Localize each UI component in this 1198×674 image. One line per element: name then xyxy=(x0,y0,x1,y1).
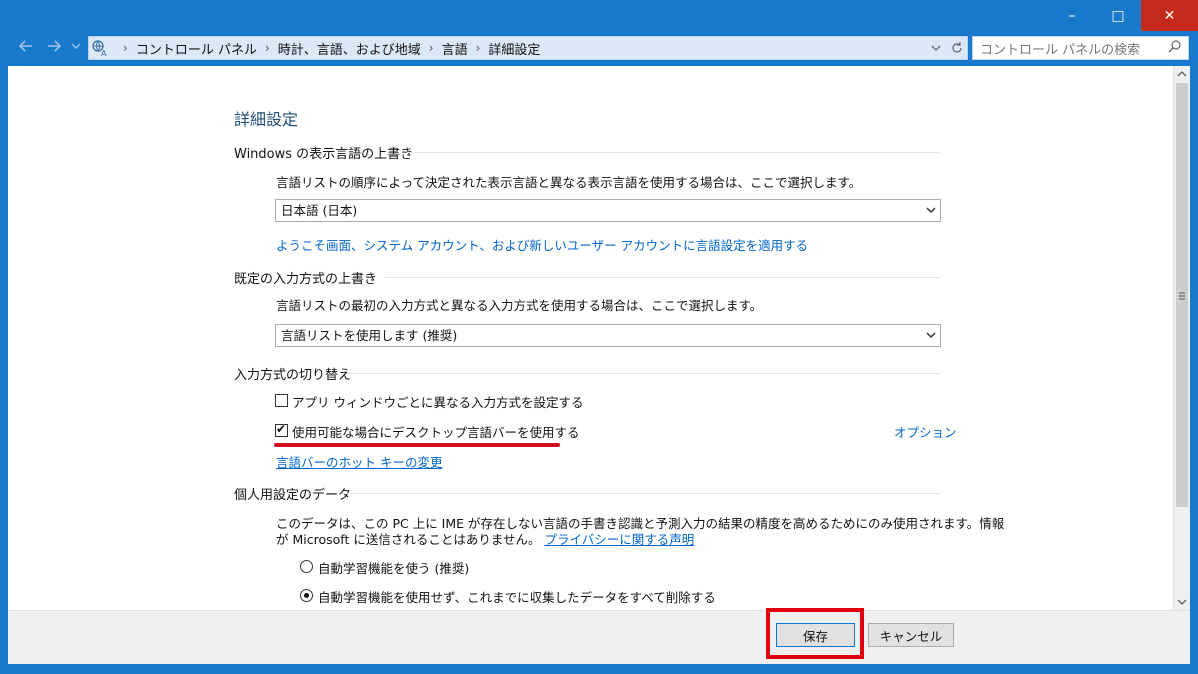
auto-learning-off-label[interactable]: 自動学習機能を使用せず、これまでに収集したデータをすべて削除する xyxy=(318,587,716,606)
display-language-description: 言語リストの順序によって決定された表示言語と異なる表示言語を使用する場合は、ここ… xyxy=(276,175,862,190)
breadcrumb-separator[interactable]: › xyxy=(429,41,434,55)
title-bar: – □ ✕ xyxy=(0,0,1198,32)
minimize-button[interactable]: – xyxy=(1049,0,1095,31)
address-tools xyxy=(931,39,963,60)
grip-icon xyxy=(1179,292,1185,300)
cancel-button[interactable]: キャンセル xyxy=(868,623,954,647)
input-method-header: 既定の入力方式の上書き xyxy=(234,272,378,287)
address-bar[interactable]: A › コントロール パネル › 時計、言語、および地域 › 言語 › 詳細設定 xyxy=(88,36,968,60)
forward-button[interactable] xyxy=(44,38,64,58)
section-divider xyxy=(407,152,941,153)
address-history-button[interactable] xyxy=(931,39,941,60)
footer-bar xyxy=(8,610,1190,664)
auto-learning-on-label[interactable]: 自動学習機能を使う (推奨) xyxy=(318,558,469,577)
chevron-down-icon xyxy=(926,325,936,353)
auto-learning-on-radio[interactable] xyxy=(300,560,313,573)
privacy-statement-link[interactable]: プライバシーに関する声明 xyxy=(544,532,694,547)
desktop-language-bar-checkbox[interactable] xyxy=(275,422,288,437)
input-method-description: 言語リストの最初の入力方式と異なる入力方式を使用する場合は、ここで選択します。 xyxy=(276,298,763,313)
breadcrumb-advanced-settings[interactable]: 詳細設定 xyxy=(488,39,540,58)
minimize-icon: – xyxy=(1068,7,1076,24)
display-language-header: Windows の表示言語の上書き xyxy=(234,147,414,162)
hotkey-change-link[interactable]: 言語バーのホット キーの変更 xyxy=(276,452,442,471)
apply-to-welcome-screen-link[interactable]: ようこそ画面、システム アカウント、および新しいユーザー アカウントに言語設定を… xyxy=(276,235,808,254)
section-divider xyxy=(348,373,941,374)
scroll-down-button[interactable] xyxy=(1174,593,1190,610)
breadcrumb-control-panel[interactable]: コントロール パネル xyxy=(136,39,257,58)
breadcrumb-separator: › xyxy=(123,41,128,55)
display-language-selected: 日本語 (日本) xyxy=(281,203,358,218)
maximize-icon: □ xyxy=(1111,7,1125,24)
chevron-down-icon xyxy=(931,45,941,51)
breadcrumb-clock-language-region[interactable]: 時計、言語、および地域 xyxy=(278,39,421,58)
display-language-select[interactable]: 日本語 (日本) xyxy=(275,199,941,222)
vertical-scrollbar[interactable] xyxy=(1173,66,1190,610)
scrollbar-thumb[interactable] xyxy=(1176,83,1188,507)
chevron-down-icon xyxy=(926,200,936,228)
search-input[interactable]: コントロール パネルの検索 xyxy=(972,36,1189,60)
breadcrumb-separator[interactable]: › xyxy=(476,41,481,55)
back-button[interactable] xyxy=(16,38,36,58)
chevron-down-icon xyxy=(71,43,81,49)
language-icon: A xyxy=(92,40,107,57)
main-content: 詳細設定 Windows の表示言語の上書き 言語リストの順序によって決定された… xyxy=(8,66,1173,610)
close-button[interactable]: ✕ xyxy=(1141,0,1198,31)
search-icon[interactable] xyxy=(1168,40,1181,58)
arrow-left-icon xyxy=(18,40,32,52)
personal-data-description-text: が Microsoft に送信されることはありません。 xyxy=(276,532,541,547)
options-link[interactable]: オプション xyxy=(894,422,957,441)
input-method-selected: 言語リストを使用します (推奨) xyxy=(281,328,458,343)
page-title: 詳細設定 xyxy=(234,110,299,129)
input-method-select[interactable]: 言語リストを使用します (推奨) xyxy=(275,324,941,347)
recent-locations-button[interactable] xyxy=(70,38,82,58)
personal-data-description-line2: が Microsoft に送信されることはありません。 プライバシーに関する声明 xyxy=(276,529,694,548)
svg-text:A: A xyxy=(101,49,107,57)
desktop-language-bar-label[interactable]: 使用可能な場合にデスクトップ言語バーを使用する xyxy=(292,422,580,441)
per-app-input-checkbox[interactable] xyxy=(275,394,288,407)
control-panel-window: – □ ✕ A › コントロール パネル › 時計、言語、および地域 › 言語 xyxy=(0,0,1198,674)
scroll-up-button[interactable] xyxy=(1174,66,1190,83)
arrow-right-icon xyxy=(48,40,62,52)
highlight-box xyxy=(766,608,864,659)
search-placeholder: コントロール パネルの検索 xyxy=(980,42,1141,58)
breadcrumb-separator[interactable]: › xyxy=(265,41,270,55)
refresh-icon xyxy=(952,42,962,53)
chevron-up-icon xyxy=(1177,71,1187,77)
auto-learning-off-radio[interactable] xyxy=(300,589,313,602)
maximize-button[interactable]: □ xyxy=(1095,0,1141,31)
highlight-underline xyxy=(274,443,560,447)
section-divider xyxy=(385,277,941,278)
personal-data-header: 個人用設定のデータ xyxy=(234,488,352,503)
switching-header: 入力方式の切り替え xyxy=(234,368,352,383)
close-icon: ✕ xyxy=(1163,7,1176,24)
per-app-input-label[interactable]: アプリ ウィンドウごとに異なる入力方式を設定する xyxy=(292,392,583,411)
chevron-down-icon xyxy=(1177,599,1187,605)
breadcrumb-language[interactable]: 言語 xyxy=(442,39,468,58)
refresh-button[interactable] xyxy=(951,39,963,60)
section-divider xyxy=(343,493,941,494)
